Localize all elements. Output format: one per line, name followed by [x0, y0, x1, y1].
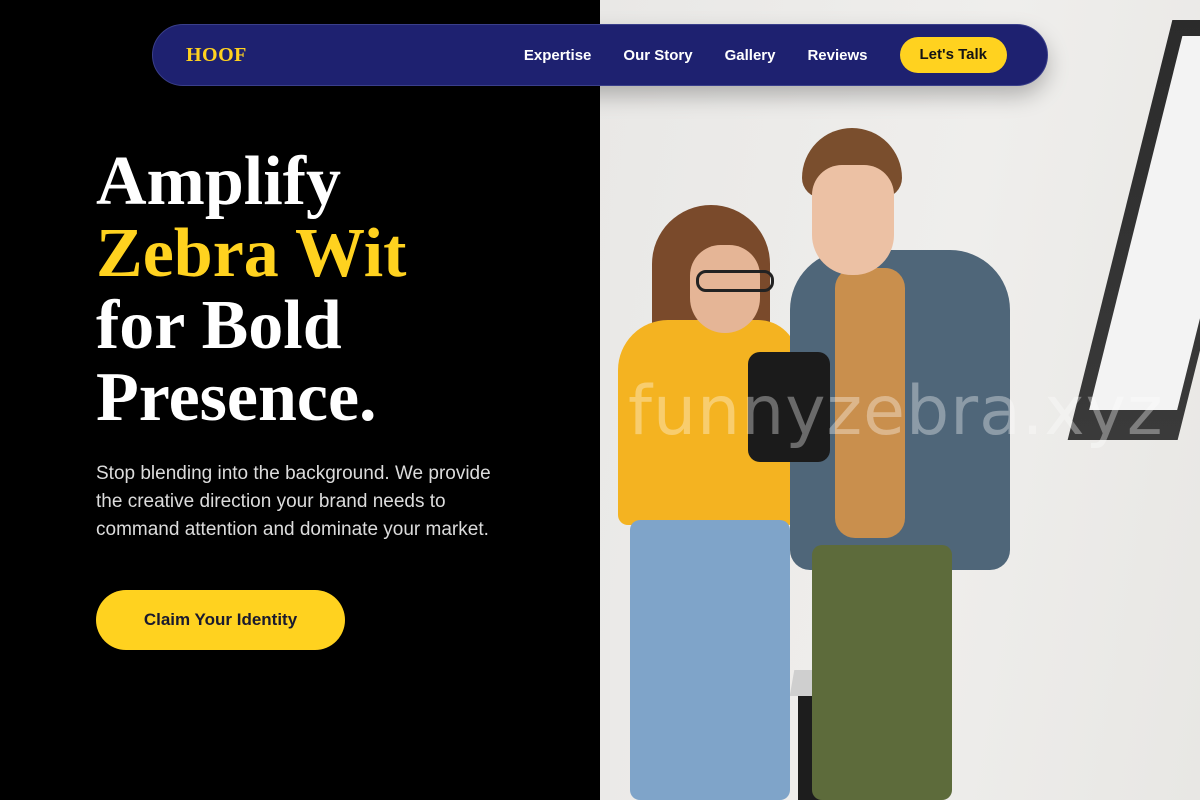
hero-photo: funnyzebra.xyz — [600, 0, 1200, 800]
glasses-icon — [696, 270, 774, 292]
hero-title-line4: Presence. — [96, 359, 377, 436]
top-navigation: HOOF Expertise Our Story Gallery Reviews… — [152, 24, 1048, 86]
hero-description: Stop blending into the background. We pr… — [96, 463, 491, 540]
woman-jeans — [630, 520, 790, 800]
nav-link-reviews[interactable]: Reviews — [807, 47, 867, 64]
hero-section: Amplify Zebra Wit for Bold Presence. Sto… — [96, 146, 566, 650]
lets-talk-button[interactable]: Let's Talk — [899, 37, 1007, 73]
logo[interactable]: HOOF — [186, 44, 247, 67]
hero-title-accent: Zebra Wit — [96, 215, 407, 292]
hero-title-line3: for Bold — [96, 287, 342, 364]
man-face — [812, 165, 894, 275]
man-pants — [812, 545, 952, 800]
nav-link-expertise[interactable]: Expertise — [524, 47, 592, 64]
nav-link-gallery[interactable]: Gallery — [725, 47, 776, 64]
watermark: funnyzebra.xyz — [628, 372, 1164, 451]
hero-title: Amplify Zebra Wit for Bold Presence. — [96, 146, 566, 434]
nav-link-our-story[interactable]: Our Story — [623, 47, 692, 64]
claim-identity-button[interactable]: Claim Your Identity — [96, 590, 345, 650]
nav-links: Expertise Our Story Gallery Reviews Let'… — [524, 37, 1007, 73]
hero-title-line1: Amplify — [96, 143, 341, 220]
